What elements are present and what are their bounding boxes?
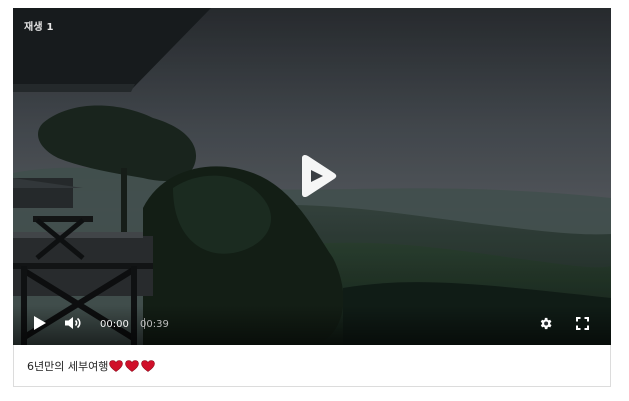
duration-time: 00:39: [140, 319, 169, 330]
heart-icon: [109, 360, 124, 372]
gear-icon: [540, 317, 551, 329]
fullscreen-icon: [575, 316, 589, 330]
big-play-button[interactable]: [294, 154, 338, 198]
video-player[interactable]: 재생 1 00:00 00:39: [13, 8, 611, 345]
play-count-label: 재생 1: [24, 22, 54, 33]
fullscreen-button[interactable]: [573, 314, 591, 332]
video-controls: 00:00 00:39: [13, 305, 611, 345]
caption-emoji: [109, 360, 156, 372]
play-icon: [34, 316, 46, 330]
heart-icon: [141, 360, 156, 372]
post-caption: 6년만의 세부여행: [27, 358, 156, 374]
volume-button[interactable]: [63, 314, 83, 332]
play-button[interactable]: [31, 314, 49, 332]
heart-icon: [125, 360, 140, 372]
current-time: 00:00: [100, 319, 129, 330]
settings-button[interactable]: [536, 314, 554, 332]
volume-icon: [65, 317, 81, 329]
play-icon: [302, 154, 337, 198]
caption-text: 6년만의 세부여행: [27, 360, 109, 373]
